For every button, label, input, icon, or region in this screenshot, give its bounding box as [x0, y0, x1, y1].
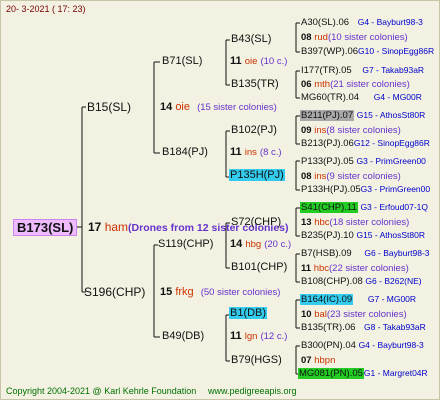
level4-top-7[interactable]: B300(PN).04 G4 - Bayburt98-3 [301, 341, 424, 351]
level2-info-2: 14 hbg (20 c.) [230, 238, 292, 250]
level4-top-3[interactable]: P133(PJ).05 G3 - PrimGreen00 [301, 157, 426, 167]
root-name: ham [104, 220, 129, 234]
level4-bot-4[interactable]: B235(PJ).10 G15 - AthosSt80R [301, 231, 425, 241]
level4-top-0[interactable]: A30(SL).06 G4 - Bayburt98-3 [301, 18, 423, 28]
level2-info-3: 11 lgn (12 c.) [230, 330, 288, 342]
level4-bot-0[interactable]: B397(WP).06G10 - SinopEgg86R [301, 47, 434, 57]
level3-node-7[interactable]: B79(HGS) [231, 355, 282, 366]
level3-node-1[interactable]: B135(TR) [231, 79, 279, 90]
level4-bot-7[interactable]: MG081(PN).05G1 - Margret04R [298, 368, 428, 379]
level2-node-2[interactable]: S119(CHP) [158, 239, 213, 250]
level2-node-0[interactable]: B71(SL) [162, 56, 202, 67]
level1-info-1: 15 frkg (50 sister colonies) [160, 286, 281, 298]
level4-mid-1: 06 mth(21 sister colonies) [301, 79, 410, 90]
level4-mid-6: 10 bal(23 sister colonies) [301, 309, 407, 320]
level4-bot-5[interactable]: B108(CHP).08 G6 - B262(NE) [301, 277, 422, 287]
report-date: 20- 3-2021 ( 17: 23) [6, 4, 86, 14]
level3-node-5[interactable]: B101(CHP) [231, 262, 287, 273]
level4-mid-3: 08 ins(9 sister colonies) [301, 171, 401, 182]
level3-node-6[interactable]: B1(DB) [229, 307, 268, 319]
level4-mid-7: 07 hbpn [301, 355, 336, 366]
level4-bot-2[interactable]: B213(PJ).06G12 - SinopEgg86R [301, 139, 430, 149]
site-link[interactable]: www.pedigreeapis.org [208, 387, 297, 396]
copyright-text: Copyright 2004-2021 @ Karl Kehrle Founda… [6, 386, 197, 396]
level4-mid-0: 08 rud(10 sister colonies) [301, 32, 408, 43]
level2-node-3[interactable]: B49(DB) [162, 331, 204, 342]
root-queen-id[interactable]: B173(SL) [13, 219, 78, 236]
level4-top-2[interactable]: B211(PJ).07 G15 - AthosSt80R [300, 110, 425, 121]
level3-node-4[interactable]: S72(CHP) [231, 217, 281, 228]
level2-info-1: 11 ins (8 c.) [230, 146, 282, 158]
level3-node-3[interactable]: P135H(PJ) [229, 169, 285, 181]
level3-node-2[interactable]: B102(PJ) [231, 125, 277, 136]
level2-node-1[interactable]: B184(PJ) [162, 147, 208, 158]
level4-top-4[interactable]: S41(CHP).11 G3 - Erfoud07-1Q [300, 202, 428, 213]
root-num: 17 [88, 220, 102, 234]
level4-top-1[interactable]: I177(TR).05 G7 - Takab93aR [301, 66, 424, 76]
level3-node-0[interactable]: B43(SL) [231, 34, 271, 45]
level1-info-0: 14 oie (15 sister colonies) [160, 101, 277, 113]
level4-bot-6[interactable]: B135(TR).06 G8 - Takab93aR [301, 323, 426, 333]
level4-top-6[interactable]: B164(IC).09 G7 - MG00R [300, 294, 416, 305]
level4-top-5[interactable]: B7(HSB).09 G6 - Bayburt98-3 [301, 249, 430, 259]
level4-mid-4: 13 hbc(18 sister colonies) [301, 217, 410, 228]
level4-mid-5: 11 hbc(22 sister colonies) [301, 263, 409, 274]
level4-bot-3[interactable]: P133H(PJ).05G3 - PrimGreen00 [301, 185, 430, 195]
level1-node-0[interactable]: B15(SL) [87, 101, 131, 113]
level4-mid-2: 09 ins(8 sister colonies) [301, 125, 401, 136]
level1-node-1[interactable]: S196(CHP) [84, 286, 145, 298]
level4-bot-1[interactable]: MG60(TR).04 G4 - MG00R [301, 93, 422, 103]
level2-info-0: 11 oie (10 c.) [230, 55, 288, 67]
